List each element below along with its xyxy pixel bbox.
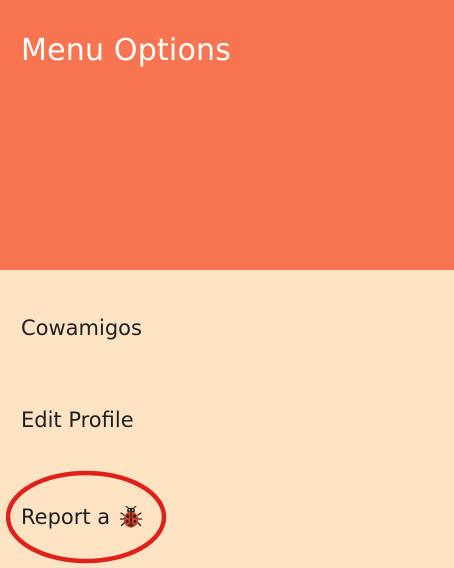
menu-item-label: Edit Profile — [21, 408, 134, 432]
menu-list: Cowamigos Edit Profile Report a — [0, 270, 454, 568]
menu-item-report-bug[interactable]: Report a — [0, 466, 454, 558]
ladybug-icon — [119, 505, 143, 529]
menu-drawer: Menu Options Cowamigos Edit Profile Repo… — [0, 0, 454, 568]
menu-item-label-row: Report a — [21, 503, 143, 531]
menu-item-edit-profile[interactable]: Edit Profile — [0, 374, 454, 466]
menu-item-label: Cowamigos — [21, 316, 142, 340]
drawer-header: Menu Options — [0, 0, 454, 270]
menu-item-label: Report a — [21, 505, 111, 529]
menu-item-cowamigos[interactable]: Cowamigos — [0, 282, 454, 374]
drawer-title: Menu Options — [21, 33, 232, 68]
